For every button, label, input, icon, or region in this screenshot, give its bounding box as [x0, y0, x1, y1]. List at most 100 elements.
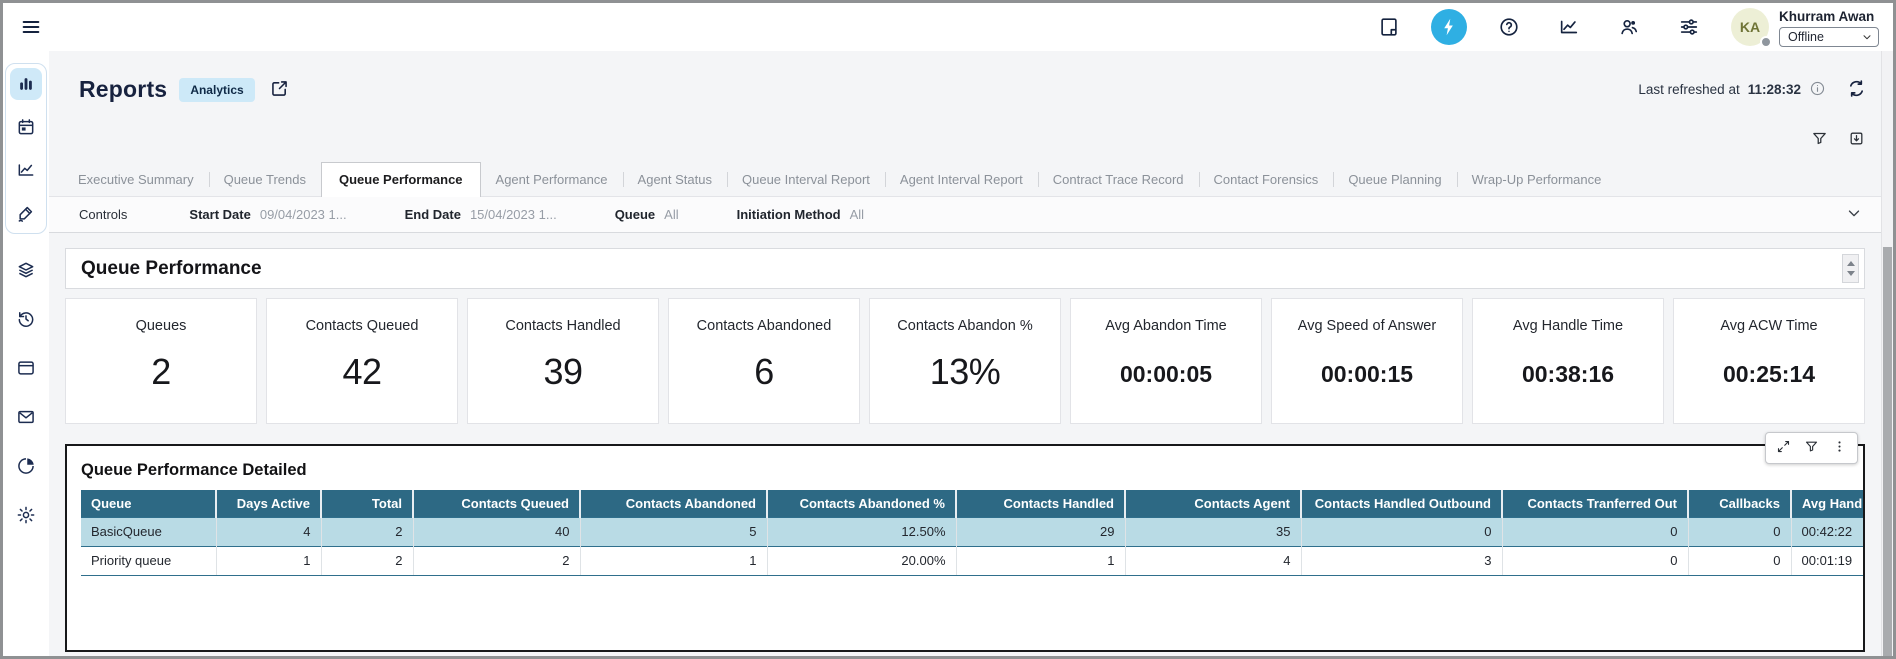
quick-actions [49, 103, 1881, 150]
main-content: Reports Analytics Last refreshed at 11:2… [49, 51, 1881, 656]
column-header-contacts-tranferred-out[interactable]: Contacts Tranferred Out [1502, 490, 1688, 517]
tab-contact-forensics[interactable]: Contact Forensics [1199, 163, 1334, 196]
tab-agent-performance[interactable]: Agent Performance [481, 163, 623, 196]
control-filters: Start Date09/04/2023 1... End Date15/04/2… [189, 207, 922, 222]
kpi-label: Avg ACW Time [1674, 318, 1864, 334]
tab-queue-trends[interactable]: Queue Trends [209, 163, 321, 196]
sidebar-item-brush[interactable] [10, 197, 42, 229]
control-start-date[interactable]: Start Date09/04/2023 1... [189, 207, 346, 222]
column-header-total[interactable]: Total [321, 490, 413, 517]
sidebar-item-calendar[interactable] [10, 111, 42, 143]
column-header-contacts-handled-outbound[interactable]: Contacts Handled Outbound [1301, 490, 1502, 517]
sidebar-item-window[interactable] [10, 352, 42, 384]
column-header-avg-handl-[interactable]: Avg Handl. [1791, 490, 1863, 517]
widget-expand-button[interactable] [1776, 439, 1791, 457]
column-header-queue[interactable]: Queue [81, 490, 216, 517]
kpi-card-contacts-queued: Contacts Queued42 [266, 298, 458, 424]
scrollbar-thumb[interactable] [1883, 247, 1892, 656]
lightning-button[interactable] [1431, 9, 1467, 45]
widget-kebab-button[interactable] [1832, 439, 1847, 457]
topbar: KA Khurram Awan Offline [3, 3, 1893, 51]
kpi-card-queues: Queues2 [65, 298, 257, 424]
widget-filter-button[interactable] [1804, 439, 1819, 457]
agents-button[interactable] [1611, 9, 1647, 45]
table-cell: 0 [1688, 546, 1791, 575]
table-row[interactable]: Priority queue122120.00%1430000:01:19 [81, 546, 1863, 575]
column-header-contacts-agent[interactable]: Contacts Agent [1125, 490, 1301, 517]
control-initiation-method[interactable]: Initiation MethodAll [737, 207, 864, 222]
line-chart-button[interactable] [1551, 9, 1587, 45]
table-row[interactable]: BasicQueue4240512.50%293500000:42:22 [81, 517, 1863, 546]
menu-button[interactable] [16, 12, 46, 42]
column-header-contacts-queued[interactable]: Contacts Queued [413, 490, 580, 517]
kpi-card-contacts-handled: Contacts Handled39 [467, 298, 659, 424]
help-button[interactable] [1491, 9, 1527, 45]
info-button[interactable] [1809, 80, 1826, 100]
avatar[interactable]: KA [1731, 8, 1769, 46]
controls-collapse-button[interactable] [1845, 204, 1863, 225]
column-header-days-active[interactable]: Days Active [216, 490, 321, 517]
table-cell: 29 [956, 517, 1125, 546]
table-cell: 35 [1125, 517, 1301, 546]
line-chart-icon [16, 160, 36, 180]
sidebar-item-pie-chart[interactable] [10, 450, 42, 482]
column-header-contacts-abandoned[interactable]: Contacts Abandoned [580, 490, 767, 517]
sidebar-item-bar-chart[interactable] [10, 68, 42, 100]
tab-wrap-up-performance[interactable]: Wrap-Up Performance [1457, 163, 1617, 196]
lightning-icon [1438, 16, 1460, 38]
column-header-callbacks[interactable]: Callbacks [1688, 490, 1791, 517]
section-spinner[interactable] [1842, 254, 1859, 283]
control-end-date[interactable]: End Date15/04/2023 1... [405, 207, 557, 222]
sidebar-item-line-chart[interactable] [10, 154, 42, 186]
notes-button[interactable] [1371, 9, 1407, 45]
kpi-label: Avg Abandon Time [1071, 318, 1261, 334]
table-cell: BasicQueue [81, 517, 216, 546]
history-icon [16, 309, 36, 329]
kpi-value: 39 [468, 351, 658, 393]
control-label: End Date [405, 207, 461, 222]
avatar-initials: KA [1740, 19, 1760, 35]
line-chart-icon [1558, 16, 1580, 38]
detail-table-container: QueueDays ActiveTotalContacts QueuedCont… [81, 490, 1863, 576]
control-queue[interactable]: QueueAll [615, 207, 679, 222]
tab-queue-planning[interactable]: Queue Planning [1333, 163, 1456, 196]
tab-executive-summary[interactable]: Executive Summary [63, 163, 209, 196]
table-cell: 4 [216, 517, 321, 546]
last-refreshed: Last refreshed at 11:28:32 [1638, 78, 1867, 102]
column-header-contacts-abandoned-[interactable]: Contacts Abandoned % [767, 490, 956, 517]
download-button[interactable] [1848, 130, 1865, 150]
table-cell: 1 [580, 546, 767, 575]
filter-icon [1811, 130, 1828, 147]
kpi-card-contacts-abandon-: Contacts Abandon %13% [869, 298, 1061, 424]
kpi-card-avg-acw-time: Avg ACW Time00:25:14 [1673, 298, 1865, 424]
filter-button[interactable] [1811, 130, 1828, 150]
kpi-cards: Queues2Contacts Queued42Contacts Handled… [65, 298, 1865, 424]
column-header-contacts-handled[interactable]: Contacts Handled [956, 490, 1125, 517]
sidebar-item-settings[interactable] [10, 499, 42, 531]
page-header: Reports Analytics Last refreshed at 11:2… [49, 51, 1881, 103]
tab-agent-interval-report[interactable]: Agent Interval Report [885, 163, 1038, 196]
hamburger-icon [20, 16, 42, 38]
tab-queue-performance[interactable]: Queue Performance [321, 162, 481, 197]
control-value: All [664, 207, 678, 222]
spin-down-icon [1847, 271, 1855, 276]
analytics-badge: Analytics [179, 78, 254, 102]
kpi-label: Contacts Abandoned [669, 318, 859, 334]
sidebar-item-history[interactable] [10, 303, 42, 335]
sliders-button[interactable] [1671, 9, 1707, 45]
pie-chart-icon [16, 456, 36, 476]
app-window: KA Khurram Awan Offline Reports [0, 0, 1896, 659]
status-select-value: Offline [1788, 30, 1824, 44]
tab-contract-trace-record[interactable]: Contract Trace Record [1038, 163, 1199, 196]
tab-agent-status[interactable]: Agent Status [623, 163, 727, 196]
section-header: Queue Performance [65, 248, 1865, 289]
refresh-icon [1846, 78, 1867, 99]
refresh-button[interactable] [1846, 78, 1867, 102]
open-in-new-button[interactable] [269, 78, 290, 102]
sidebar-item-mail[interactable] [10, 401, 42, 433]
tab-queue-interval-report[interactable]: Queue Interval Report [727, 163, 885, 196]
kpi-value: 42 [267, 351, 457, 393]
sidebar-item-layers[interactable] [10, 254, 42, 286]
status-select[interactable]: Offline [1779, 27, 1879, 47]
vertical-scrollbar[interactable] [1881, 51, 1893, 656]
